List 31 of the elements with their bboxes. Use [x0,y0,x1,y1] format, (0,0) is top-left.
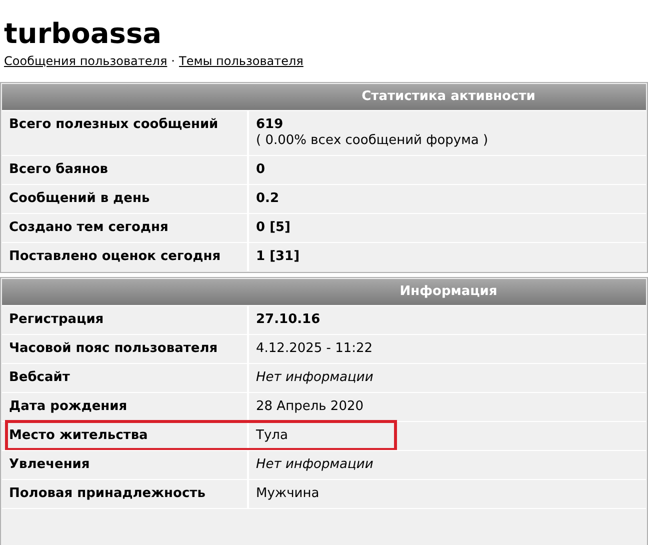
row-label: Поставлено оценок сегодня [2,243,249,271]
row-value: 1 [31] [256,249,301,265]
row-note: ( 0.00% всех сообщений форума ) [256,133,490,149]
row-label: Всего баянов [2,156,249,184]
section-header: Информация [2,279,646,305]
row-label: Вебсайт [2,364,249,392]
row-value: Тула [256,428,289,444]
row-value: Нет информации [256,457,374,473]
row-label: Увлечения [2,451,249,479]
row-value: Мужчина [256,486,320,502]
row-value: 4.12.2025 - 11:22 [256,341,374,357]
row-label: Регистрация [2,306,249,334]
row-value: 28 Апрель 2020 [256,399,365,415]
row-value: 27.10.16 [256,312,322,328]
row-label: Сообщений в день [2,185,249,213]
row-label: Часовой пояс пользователя [2,335,249,363]
row-value: 0.2 [256,191,280,207]
row-label: Половая принадлежность [2,480,249,508]
row-label: Всего полезных сообщений [2,111,249,155]
row-label: Место жительства [2,422,249,450]
link-separator: · [171,53,175,70]
row-label: Создано тем сегодня [2,214,249,242]
row-label: Дата рождения [2,393,249,421]
section-header: Статистика активности [2,84,646,110]
profile-link[interactable]: Темы пользователя [179,52,304,70]
profile-link[interactable]: Сообщения пользователя [4,52,168,70]
username-heading: turboassa [3,16,163,52]
row-value: 0 [256,162,266,178]
row-value: 0 [5] [256,220,292,236]
row-value: Нет информации [256,370,374,386]
row-value: 619 [256,117,284,133]
